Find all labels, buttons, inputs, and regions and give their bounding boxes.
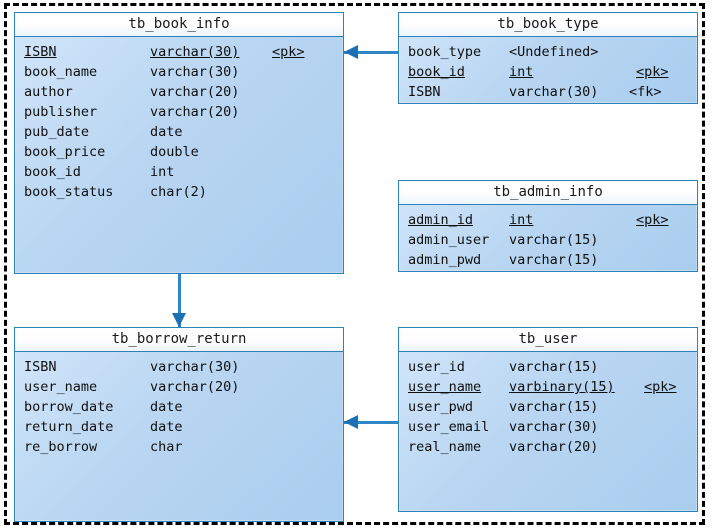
entity-tb-user[interactable]: tb_user user_id varchar(15) user_name va… — [398, 327, 698, 512]
attribute-type: date — [150, 419, 183, 435]
attribute-row: book_price double — [15, 142, 343, 162]
attribute-row: ISBN varchar(30) <pk> — [15, 42, 343, 62]
attribute-type: varchar(30) — [509, 419, 599, 435]
attribute-name: pub_date — [24, 124, 90, 140]
attribute-row: borrow_date date — [15, 397, 343, 417]
attribute-type: varchar(30) — [150, 44, 240, 60]
attribute-name: author — [24, 84, 73, 100]
attribute-name: ISBN — [24, 359, 57, 375]
attribute-type: varchar(30) — [150, 359, 240, 375]
attribute-key: <pk> — [636, 212, 669, 228]
attribute-row: real_name varchar(20) — [399, 437, 697, 457]
attribute-type: date — [150, 124, 183, 140]
attribute-name: user_pwd — [408, 399, 474, 415]
entity-attributes-tb-user: user_id varchar(15) user_name varbinary(… — [399, 352, 697, 457]
attribute-name: book_status — [24, 184, 114, 200]
attribute-key: <pk> — [644, 379, 677, 395]
attribute-row: admin_pwd varchar(15) — [399, 250, 697, 270]
attribute-row: book_type <Undefined> — [399, 42, 697, 62]
attribute-type: varchar(20) — [150, 84, 240, 100]
attribute-row: ISBN varchar(30) <fk> — [399, 82, 697, 102]
attribute-name: user_id — [408, 359, 465, 375]
attribute-row: admin_id int <pk> — [399, 210, 697, 230]
entity-title-tb-book-info: tb_book_info — [15, 13, 343, 37]
attribute-type: int — [150, 164, 175, 180]
entity-tb-book-info[interactable]: tb_book_info ISBN varchar(30) <pk> book_… — [14, 12, 344, 274]
attribute-type: varchar(30) — [509, 84, 599, 100]
entity-attributes-tb-book-type: book_type <Undefined> book_id int <pk> I… — [399, 37, 697, 102]
attribute-row: admin_user varchar(15) — [399, 230, 697, 250]
attribute-name: user_email — [408, 419, 490, 435]
attribute-type: varchar(30) — [150, 64, 240, 80]
attribute-row: pub_date date — [15, 122, 343, 142]
attribute-row: user_name varchar(20) — [15, 377, 343, 397]
attribute-row: user_name varbinary(15) <pk> — [399, 377, 697, 397]
attribute-row: user_email varchar(30) — [399, 417, 697, 437]
attribute-type: varchar(15) — [509, 359, 599, 375]
attribute-key: <pk> — [272, 44, 305, 60]
attribute-name: borrow_date — [24, 399, 114, 415]
entity-attributes-tb-borrow-return: ISBN varchar(30) user_name varchar(20) b… — [15, 352, 343, 457]
attribute-type: varchar(20) — [150, 104, 240, 120]
attribute-row: ISBN varchar(30) — [15, 357, 343, 377]
attribute-type: double — [150, 144, 199, 160]
relationship-arrow-user-borrow-return — [344, 415, 358, 429]
attribute-row: book_id int <pk> — [399, 62, 697, 82]
attribute-type: int — [509, 64, 534, 80]
entity-title-tb-borrow-return: tb_borrow_return — [15, 328, 343, 352]
attribute-row: return_date date — [15, 417, 343, 437]
attribute-type: varchar(15) — [509, 252, 599, 268]
entity-tb-borrow-return[interactable]: tb_borrow_return ISBN varchar(30) user_n… — [14, 327, 344, 522]
attribute-type: varchar(15) — [509, 232, 599, 248]
attribute-row: author varchar(20) — [15, 82, 343, 102]
attribute-row: user_id varchar(15) — [399, 357, 697, 377]
attribute-name: admin_user — [408, 232, 490, 248]
attribute-name: book_id — [408, 64, 465, 80]
entity-title-tb-admin-info: tb_admin_info — [399, 181, 697, 205]
attribute-name: book_name — [24, 64, 98, 80]
attribute-type: char(2) — [150, 184, 207, 200]
entity-attributes-tb-book-info: ISBN varchar(30) <pk> book_name varchar(… — [15, 37, 343, 202]
attribute-type: varchar(20) — [509, 439, 599, 455]
attribute-name: re_borrow — [24, 439, 98, 455]
entity-attributes-tb-admin-info: admin_id int <pk> admin_user varchar(15)… — [399, 205, 697, 270]
attribute-row: book_name varchar(30) — [15, 62, 343, 82]
entity-tb-admin-info[interactable]: tb_admin_info admin_id int <pk> admin_us… — [398, 180, 698, 272]
attribute-row: book_status char(2) — [15, 182, 343, 202]
entity-title-tb-book-type: tb_book_type — [399, 13, 697, 37]
er-diagram-canvas: tb_book_info ISBN varchar(30) <pk> book_… — [0, 0, 713, 532]
attribute-row: publisher varchar(20) — [15, 102, 343, 122]
attribute-key: <fk> — [629, 84, 662, 100]
attribute-type: <Undefined> — [509, 44, 599, 60]
attribute-type: int — [509, 212, 534, 228]
attribute-key: <pk> — [636, 64, 669, 80]
attribute-name: user_name — [24, 379, 98, 395]
attribute-name: ISBN — [408, 84, 441, 100]
attribute-name: admin_pwd — [408, 252, 482, 268]
attribute-type: char — [150, 439, 183, 455]
relationship-arrow-book-info-borrow-return — [172, 313, 186, 327]
attribute-row: re_borrow char — [15, 437, 343, 457]
attribute-type: varchar(20) — [150, 379, 240, 395]
attribute-name: publisher — [24, 104, 98, 120]
attribute-name: book_type — [408, 44, 482, 60]
entity-tb-book-type[interactable]: tb_book_type book_type <Undefined> book_… — [398, 12, 698, 104]
attribute-type: varbinary(15) — [509, 379, 615, 395]
entity-title-tb-user: tb_user — [399, 328, 697, 352]
attribute-name: book_price — [24, 144, 106, 160]
attribute-name: admin_id — [408, 212, 474, 228]
attribute-name: user_name — [408, 379, 482, 395]
attribute-row: user_pwd varchar(15) — [399, 397, 697, 417]
attribute-name: ISBN — [24, 44, 57, 60]
attribute-type: date — [150, 399, 183, 415]
relationship-arrow-book-type-book-info — [344, 45, 358, 59]
attribute-row: book_id int — [15, 162, 343, 182]
attribute-name: real_name — [408, 439, 482, 455]
attribute-name: return_date — [24, 419, 114, 435]
attribute-name: book_id — [24, 164, 81, 180]
attribute-type: varchar(15) — [509, 399, 599, 415]
